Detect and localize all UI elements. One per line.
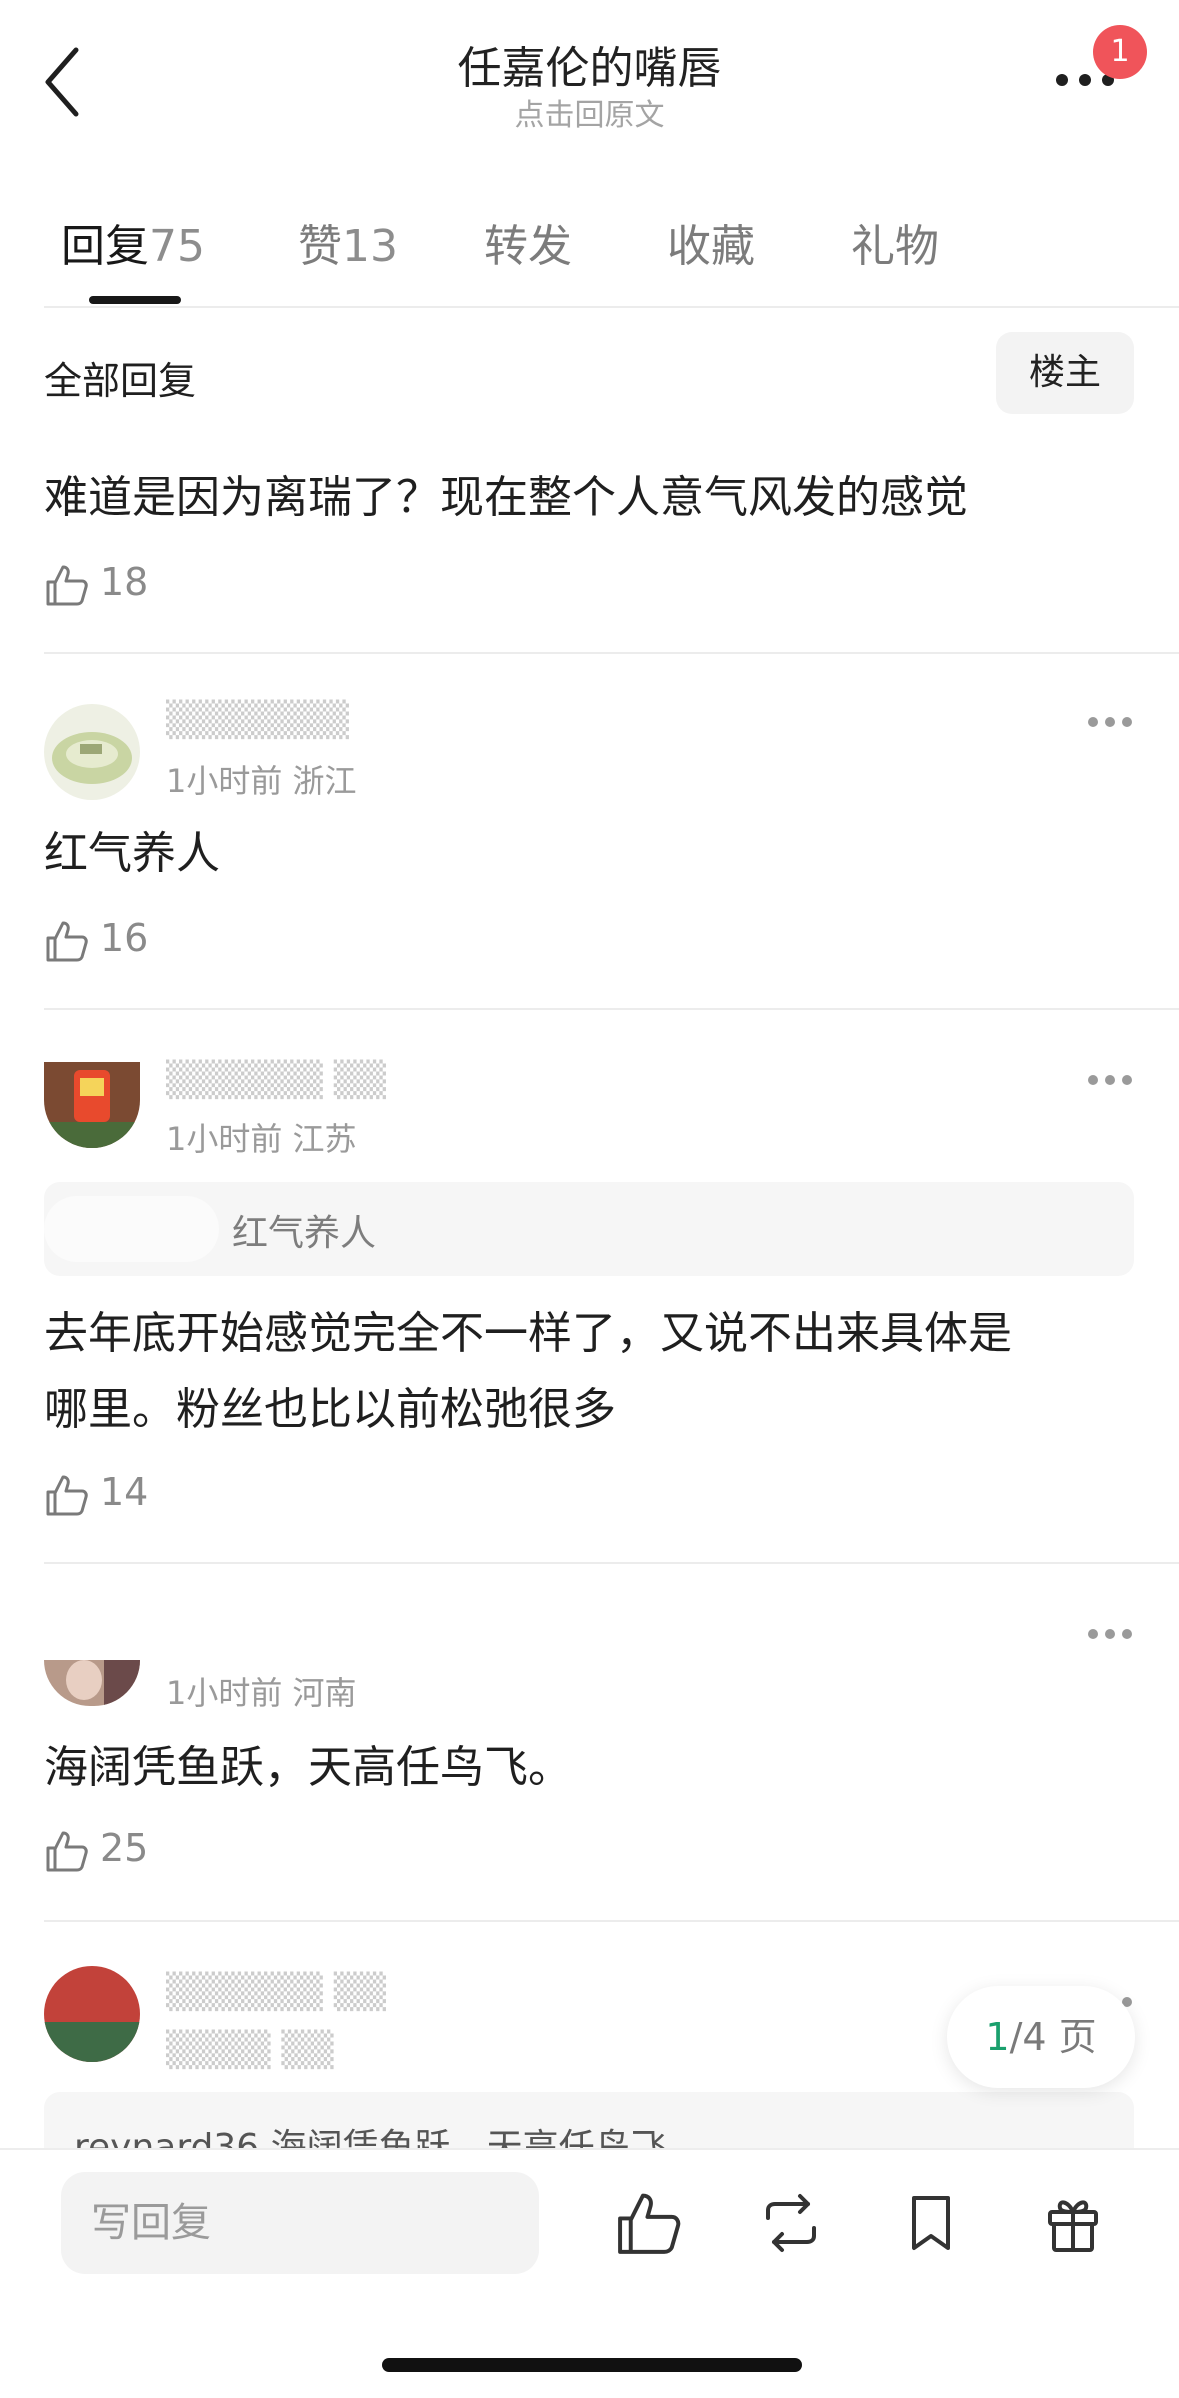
like-button[interactable]: 25	[44, 1822, 204, 1882]
comment-more-button[interactable]	[1086, 714, 1134, 730]
avatar[interactable]	[44, 1660, 140, 1706]
avatar[interactable]	[44, 1062, 140, 1148]
divider	[44, 652, 1179, 654]
avatar-image	[44, 1966, 140, 2062]
gift-button[interactable]	[1038, 2188, 1108, 2258]
thumbs-up-icon	[46, 1831, 88, 1872]
tab-replies[interactable]: 回复75	[61, 210, 205, 274]
thumbs-up-icon	[46, 921, 88, 962]
thumbs-up-icon	[46, 1475, 88, 1516]
like-button[interactable]: 18	[44, 556, 204, 616]
avatar-image	[44, 704, 140, 800]
back-to-original-link[interactable]: 点击回原文	[0, 90, 1179, 134]
thumbs-up-icon	[618, 2193, 681, 2254]
gift-icon	[1048, 2200, 1098, 2252]
like-count: 25	[100, 1826, 149, 1870]
tab-reposts[interactable]: 转发	[484, 210, 572, 274]
like-count: 14	[100, 1470, 149, 1514]
tab-gifts-label: 礼物	[851, 221, 939, 272]
quoted-reply[interactable]: 红气养人	[44, 1182, 1134, 1276]
comment-more-button[interactable]	[1086, 1626, 1134, 1642]
tab-likes-label: 赞	[298, 221, 342, 272]
quoted-text: 红气养人	[232, 1213, 377, 1254]
avatar[interactable]	[44, 704, 140, 800]
bookmark-button[interactable]	[896, 2188, 966, 2258]
op-only-button[interactable]: 楼主	[996, 332, 1134, 414]
more-dots-icon	[1088, 1075, 1132, 1085]
comment-meta-obscured: ▒▒▒▒ ▒▒	[166, 2030, 334, 2070]
comment-text: 难道是因为离瑞了？现在整个人意气风发的感觉	[44, 472, 968, 523]
divider	[44, 306, 1179, 308]
comment-text-line2: 哪里。粉丝也比以前松弛很多	[44, 1384, 616, 1435]
comment-text-line1: 去年底开始感觉完全不一样了，又说不出来具体是	[44, 1308, 1012, 1359]
comment-meta: 1小时前 江苏	[166, 1120, 357, 1158]
divider	[44, 1008, 1179, 1010]
repost-button[interactable]	[756, 2188, 826, 2258]
like-count: 16	[100, 916, 149, 960]
tab-favorites-label: 收藏	[667, 221, 755, 272]
comment-text: 海阔凭鱼跃，天高任鸟飞。	[44, 1742, 572, 1793]
username-obscured[interactable]: ▒▒▒▒▒▒▒	[166, 700, 349, 740]
avatar-image	[44, 1062, 140, 1148]
like-button[interactable]: 14	[44, 1466, 204, 1526]
tab-bar: 回复75 赞13 转发 收藏 礼物	[0, 210, 1179, 280]
all-replies-label: 全部回复	[44, 359, 197, 403]
current-page: 1	[985, 2015, 1010, 2059]
avatar[interactable]	[44, 1966, 140, 2062]
quoted-user-obscured	[44, 1196, 219, 1262]
tab-replies-label: 回复	[61, 221, 149, 272]
quoted-reply[interactable]: reynard36 海阔凭鱼跃，天高任鸟飞。	[44, 2092, 1134, 2152]
like-count: 18	[100, 560, 149, 604]
tab-gifts[interactable]: 礼物	[851, 210, 939, 274]
like-button[interactable]: 16	[44, 912, 204, 972]
reply-input[interactable]	[61, 2172, 539, 2274]
reply-field[interactable]	[61, 2172, 539, 2274]
active-tab-indicator	[89, 296, 181, 304]
bookmark-icon	[912, 2196, 950, 2250]
comment-meta: 1小时前 河南	[166, 1674, 357, 1712]
like-post-button[interactable]	[614, 2188, 684, 2258]
comment-meta: 1小时前 浙江	[166, 762, 357, 800]
username-obscured[interactable]: ▒▒▒▒▒▒ ▒▒	[166, 1972, 386, 2012]
more-dots-icon	[1088, 1629, 1132, 1639]
comment-text: 红气养人	[44, 828, 220, 879]
thumbs-up-icon	[46, 565, 88, 606]
username-obscured[interactable]: ▒▒▒▒▒▒ ▒▒	[166, 1060, 386, 1100]
notification-badge: 1	[1093, 25, 1147, 79]
divider	[44, 1562, 1179, 1564]
tab-replies-count: 75	[149, 221, 205, 272]
page-indicator[interactable]: 1/4 页	[947, 1986, 1135, 2088]
divider	[44, 1920, 1179, 1922]
comment-more-button[interactable]	[1086, 1072, 1134, 1088]
home-indicator	[382, 2358, 802, 2372]
repost-icon	[766, 2194, 816, 2252]
tab-reposts-label: 转发	[484, 221, 572, 272]
tab-favorites[interactable]: 收藏	[667, 210, 755, 274]
page-title[interactable]: 任嘉伦的嘴唇	[0, 32, 1179, 96]
quoted-text: reynard36 海阔凭鱼跃，天高任鸟飞。	[74, 2127, 703, 2152]
avatar-image	[44, 1660, 140, 1706]
more-dots-icon	[1088, 717, 1132, 727]
tab-likes-count: 13	[342, 221, 398, 272]
tab-likes[interactable]: 赞13	[298, 210, 398, 274]
total-pages: /4 页	[1009, 2015, 1097, 2059]
